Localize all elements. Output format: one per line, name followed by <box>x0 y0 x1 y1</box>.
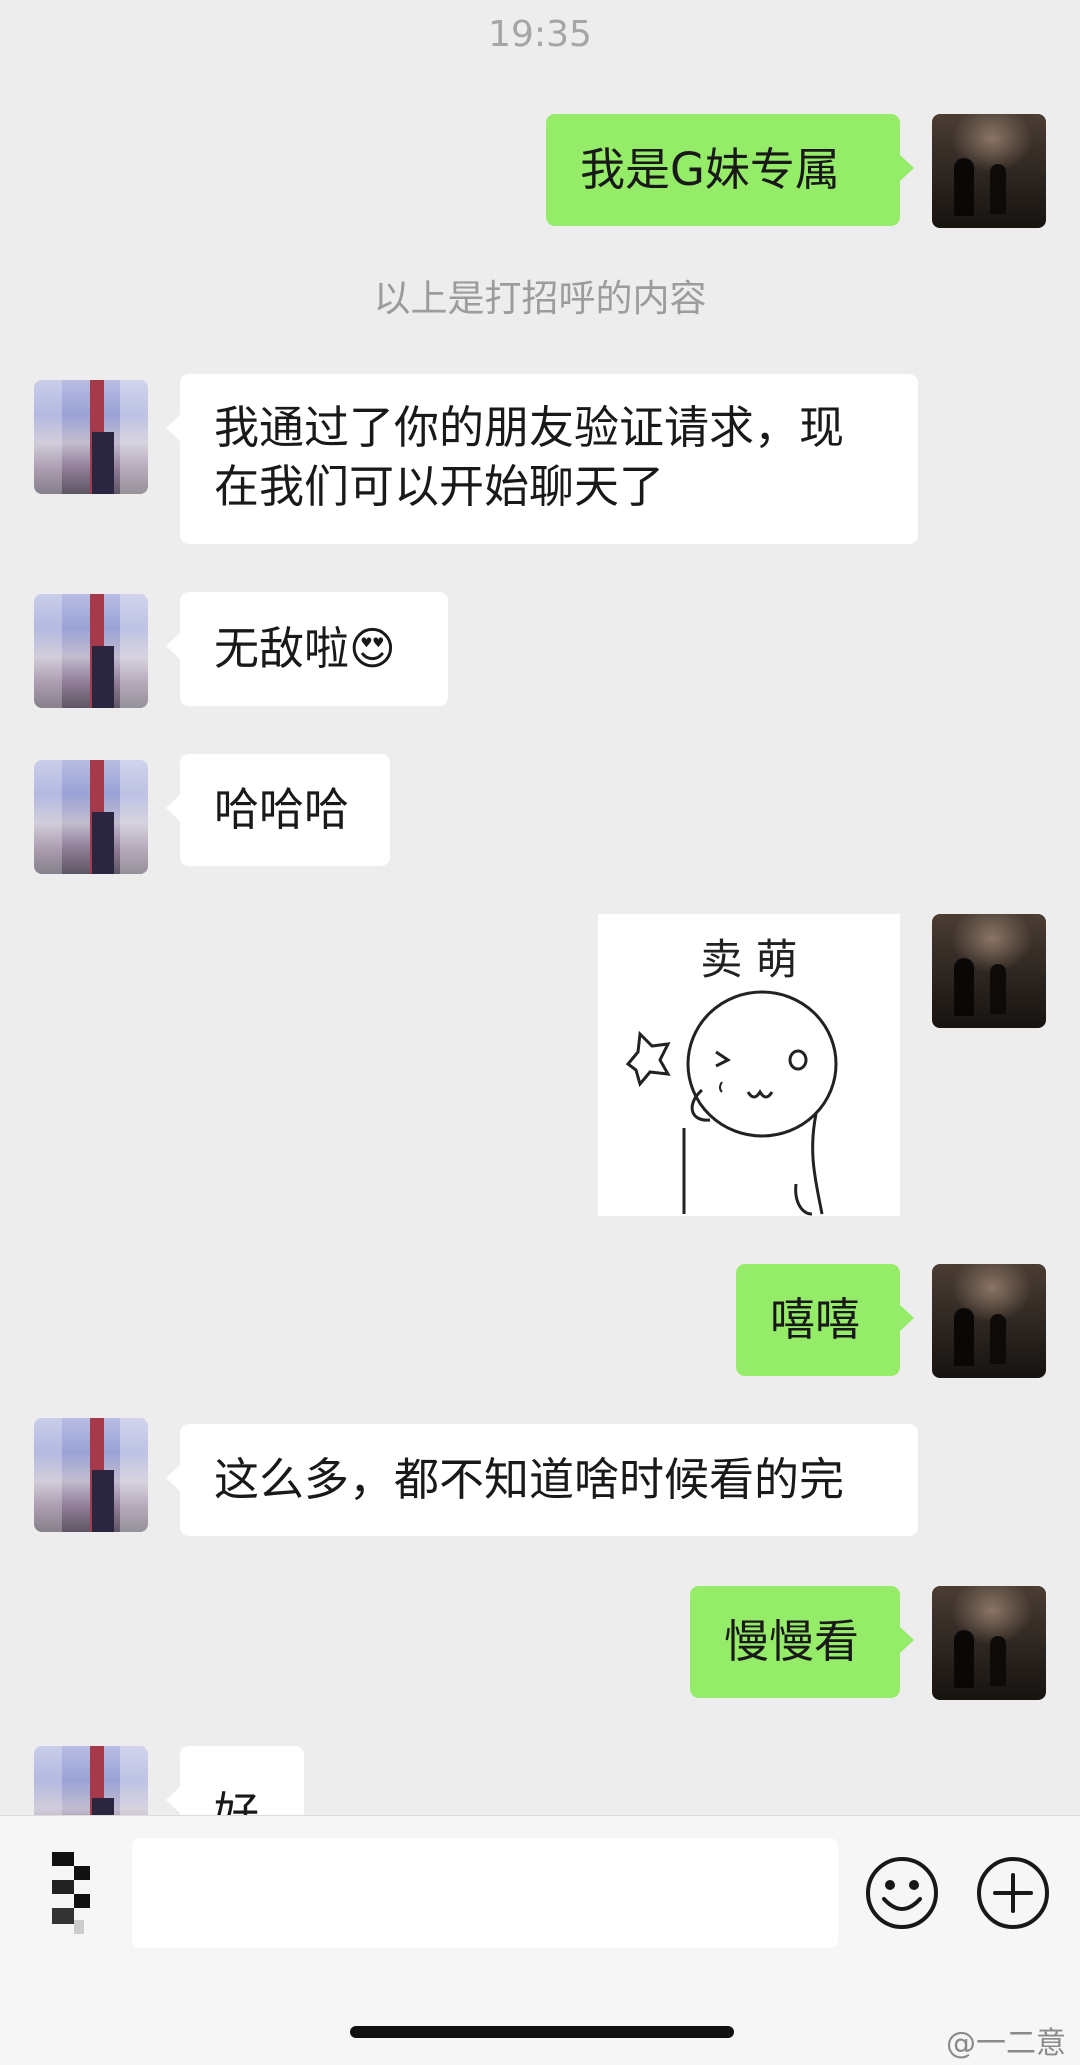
message-input[interactable] <box>132 1838 838 1948</box>
message-text: 慢慢看 <box>724 1615 860 1668</box>
message-text: 嘻嘻 <box>770 1293 861 1346</box>
my-avatar[interactable] <box>932 114 1046 228</box>
message-bubble-incoming[interactable]: 哈哈哈 <box>166 754 390 866</box>
message-bubble-incoming[interactable]: 这么多，都不知道啥时候看的完 <box>166 1424 918 1536</box>
message-bubble-outgoing[interactable]: 嘻嘻 <box>736 1264 914 1376</box>
contact-avatar[interactable] <box>34 1418 148 1532</box>
sticker-caption: 卖 萌 <box>700 935 797 984</box>
my-avatar[interactable] <box>932 1586 1046 1700</box>
message-text: 无敌啦 <box>214 622 350 675</box>
home-indicator[interactable] <box>350 2026 734 2038</box>
message-text-line-2: 在我们可以开始聊天了 <box>214 460 665 513</box>
contact-avatar[interactable] <box>34 594 148 708</box>
message-bubble-incoming[interactable]: 我通过了你的朋友验证请求，现 在我们可以开始聊天了 <box>166 374 918 544</box>
my-avatar[interactable] <box>932 914 1046 1028</box>
message-bubble-outgoing[interactable]: 慢慢看 <box>690 1586 914 1698</box>
message-text: 哈哈哈 <box>214 783 350 836</box>
cute-face-sticker-icon: 卖 萌 <box>625 935 838 1216</box>
contact-avatar[interactable] <box>34 380 148 494</box>
system-notice: 以上是打招呼的内容 <box>373 277 707 320</box>
smiley-emoji-icon[interactable] <box>864 1855 940 1931</box>
message-text: 这么多，都不知道啥时候看的完 <box>214 1453 845 1506</box>
contact-avatar[interactable] <box>34 760 148 874</box>
plus-circle-icon[interactable] <box>975 1855 1051 1931</box>
voice-keyboard-icon[interactable] <box>48 1848 108 1938</box>
message-text-line-1: 我通过了你的朋友验证请求，现 <box>214 401 845 454</box>
message-bubble-outgoing[interactable]: 我是G妹专属 <box>546 114 914 226</box>
my-avatar[interactable] <box>932 1264 1046 1378</box>
watermark: @一二意 <box>946 2026 1066 2061</box>
message-bubble-incoming[interactable]: 无敌啦😍 <box>166 592 448 706</box>
sticker-message[interactable]: 卖 萌 <box>598 914 900 1216</box>
message-timestamp: 19:35 <box>488 14 592 55</box>
message-text: 我是G妹专属 <box>580 143 840 196</box>
heart-eyes-emoji-icon: 😍 <box>349 622 396 675</box>
